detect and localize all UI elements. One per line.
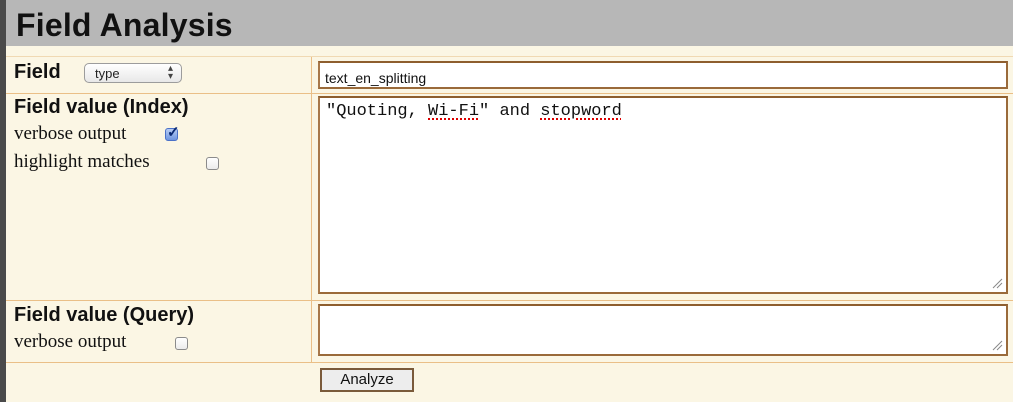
query-verbose-checkbox[interactable] — [175, 337, 188, 350]
resize-grip-icon[interactable] — [991, 277, 1003, 289]
query-value-row: Field value (Query) verbose output — [6, 300, 1013, 363]
header-bar: Field Analysis — [6, 0, 1013, 46]
highlight-matches-checkbox[interactable] — [206, 157, 219, 170]
analyze-button[interactable]: Analyze — [320, 368, 414, 392]
highlight-matches-label: highlight matches — [14, 151, 150, 172]
index-text-part: " and — [479, 102, 541, 121]
index-value-row: Field value (Index) verbose output ✓ hig… — [6, 92, 1013, 301]
index-text-part: "Quoting, — [326, 102, 429, 121]
query-value-textarea[interactable] — [318, 304, 1008, 356]
analysis-form: Field type ▴ ▾ text_en_splitting Field va… — [6, 46, 1013, 402]
index-value-text: "Quoting, Wi-Fi" and stopword — [326, 102, 622, 121]
query-verbose-label: verbose output — [14, 331, 127, 352]
index-verbose-checkbox[interactable]: ✓ — [165, 124, 180, 141]
field-type-select[interactable]: type ▴ ▾ — [84, 63, 182, 83]
field-name-input[interactable]: text_en_splitting — [318, 61, 1008, 89]
select-updown-icon: ▴ ▾ — [167, 63, 173, 82]
field-row: Field type ▴ ▾ text_en_splitting — [6, 56, 1013, 94]
query-value-label: Field value (Query) — [14, 304, 195, 326]
field-label: Field — [14, 61, 61, 83]
field-name-input-value: text_en_splitting — [325, 70, 427, 86]
index-verbose-label: verbose output — [14, 123, 127, 144]
index-value-label: Field value (Index) — [14, 96, 189, 118]
actions-row: Analyze — [6, 362, 1013, 402]
index-text-part-misspelled: Wi-Fi — [428, 102, 480, 121]
index-text-part-misspelled: stopword — [540, 102, 622, 121]
resize-grip-icon[interactable] — [991, 339, 1003, 351]
checkmark-icon: ✓ — [167, 124, 180, 141]
index-value-textarea[interactable]: "Quoting, Wi-Fi" and stopword — [318, 96, 1008, 294]
field-type-select-value: type — [95, 66, 120, 81]
page-title: Field Analysis — [16, 7, 233, 43]
